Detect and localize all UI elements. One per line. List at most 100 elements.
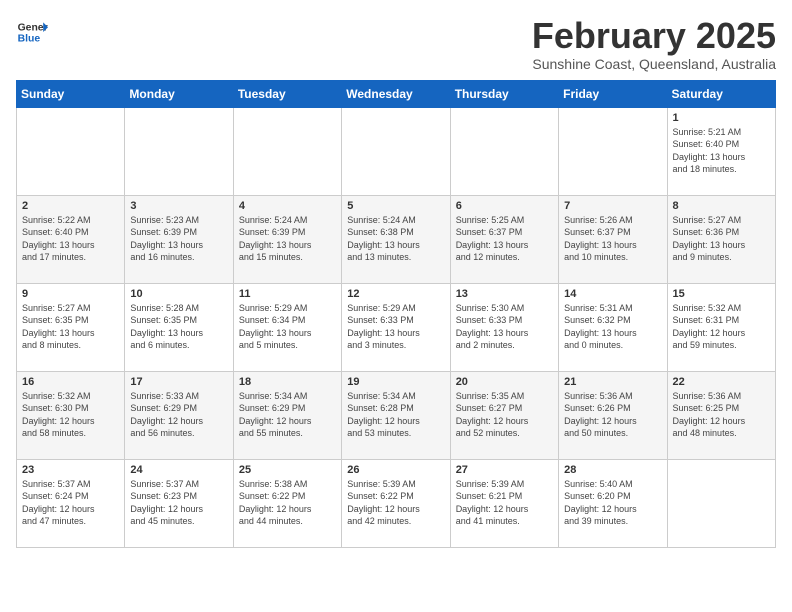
day-number: 16: [22, 376, 119, 388]
calendar-cell: 17 Sunrise: 5:33 AM Sunset: 6:29 PM Dayli…: [125, 371, 233, 459]
title-block: February 2025 Sunshine Coast, Queensland…: [532, 16, 776, 72]
calendar-cell: 23 Sunrise: 5:37 AM Sunset: 6:24 PM Dayli…: [17, 459, 125, 547]
day-info: Sunrise: 5:40 AM Sunset: 6:20 PM Dayligh…: [564, 478, 661, 528]
calendar-cell: 13 Sunrise: 5:30 AM Sunset: 6:33 PM Dayli…: [450, 283, 558, 371]
day-info: Sunrise: 5:39 AM Sunset: 6:21 PM Dayligh…: [456, 478, 553, 528]
calendar-cell: [125, 107, 233, 195]
day-info: Sunrise: 5:38 AM Sunset: 6:22 PM Dayligh…: [239, 478, 336, 528]
calendar-cell: 6 Sunrise: 5:25 AM Sunset: 6:37 PM Daylig…: [450, 195, 558, 283]
day-number: 7: [564, 200, 661, 212]
weekday-header-sunday: Sunday: [17, 80, 125, 107]
day-number: 26: [347, 464, 444, 476]
day-info: Sunrise: 5:26 AM Sunset: 6:37 PM Dayligh…: [564, 214, 661, 264]
day-info: Sunrise: 5:24 AM Sunset: 6:39 PM Dayligh…: [239, 214, 336, 264]
weekday-header-wednesday: Wednesday: [342, 80, 450, 107]
day-info: Sunrise: 5:35 AM Sunset: 6:27 PM Dayligh…: [456, 390, 553, 440]
day-info: Sunrise: 5:21 AM Sunset: 6:40 PM Dayligh…: [673, 126, 770, 176]
calendar-cell: [342, 107, 450, 195]
day-number: 10: [130, 288, 227, 300]
day-number: 8: [673, 200, 770, 212]
day-info: Sunrise: 5:32 AM Sunset: 6:30 PM Dayligh…: [22, 390, 119, 440]
calendar-cell: 24 Sunrise: 5:37 AM Sunset: 6:23 PM Dayli…: [125, 459, 233, 547]
calendar-cell: 4 Sunrise: 5:24 AM Sunset: 6:39 PM Daylig…: [233, 195, 341, 283]
day-info: Sunrise: 5:30 AM Sunset: 6:33 PM Dayligh…: [456, 302, 553, 352]
day-info: Sunrise: 5:37 AM Sunset: 6:23 PM Dayligh…: [130, 478, 227, 528]
day-number: 25: [239, 464, 336, 476]
day-number: 20: [456, 376, 553, 388]
day-info: Sunrise: 5:27 AM Sunset: 6:36 PM Dayligh…: [673, 214, 770, 264]
logo: General Blue: [16, 16, 48, 48]
calendar-cell: 20 Sunrise: 5:35 AM Sunset: 6:27 PM Dayli…: [450, 371, 558, 459]
calendar-body: 1 Sunrise: 5:21 AM Sunset: 6:40 PM Daylig…: [17, 107, 776, 547]
day-number: 22: [673, 376, 770, 388]
day-number: 27: [456, 464, 553, 476]
day-number: 17: [130, 376, 227, 388]
day-info: Sunrise: 5:36 AM Sunset: 6:26 PM Dayligh…: [564, 390, 661, 440]
day-number: 14: [564, 288, 661, 300]
calendar-cell: 12Sunrise: 5:29 AM Sunset: 6:33 PM Dayli…: [342, 283, 450, 371]
day-number: 13: [456, 288, 553, 300]
day-number: 5: [347, 200, 444, 212]
day-number: 23: [22, 464, 119, 476]
calendar-cell: [559, 107, 667, 195]
calendar-cell: 21 Sunrise: 5:36 AM Sunset: 6:26 PM Dayli…: [559, 371, 667, 459]
week-row-2: 2Sunrise: 5:22 AM Sunset: 6:40 PM Daylig…: [17, 195, 776, 283]
calendar-cell: 3 Sunrise: 5:23 AM Sunset: 6:39 PM Daylig…: [125, 195, 233, 283]
day-info: Sunrise: 5:28 AM Sunset: 6:35 PM Dayligh…: [130, 302, 227, 352]
weekday-header-monday: Monday: [125, 80, 233, 107]
calendar-cell: 15Sunrise: 5:32 AM Sunset: 6:31 PM Dayli…: [667, 283, 775, 371]
day-info: Sunrise: 5:23 AM Sunset: 6:39 PM Dayligh…: [130, 214, 227, 264]
day-info: Sunrise: 5:33 AM Sunset: 6:29 PM Dayligh…: [130, 390, 227, 440]
weekday-header-row: SundayMondayTuesdayWednesdayThursdayFrid…: [17, 80, 776, 107]
calendar-cell: 10 Sunrise: 5:28 AM Sunset: 6:35 PM Dayli…: [125, 283, 233, 371]
day-number: 21: [564, 376, 661, 388]
day-number: 11: [239, 288, 336, 300]
calendar-cell: 25 Sunrise: 5:38 AM Sunset: 6:22 PM Dayli…: [233, 459, 341, 547]
week-row-5: 23 Sunrise: 5:37 AM Sunset: 6:24 PM Dayli…: [17, 459, 776, 547]
week-row-3: 9Sunrise: 5:27 AM Sunset: 6:35 PM Daylig…: [17, 283, 776, 371]
calendar-cell: 9Sunrise: 5:27 AM Sunset: 6:35 PM Daylig…: [17, 283, 125, 371]
day-info: Sunrise: 5:37 AM Sunset: 6:24 PM Dayligh…: [22, 478, 119, 528]
weekday-header-tuesday: Tuesday: [233, 80, 341, 107]
svg-text:Blue: Blue: [18, 34, 41, 45]
day-number: 18: [239, 376, 336, 388]
calendar-cell: 19 Sunrise: 5:34 AM Sunset: 6:28 PM Dayli…: [342, 371, 450, 459]
logo-icon: General Blue: [16, 16, 48, 48]
calendar-cell: 28Sunrise: 5:40 AM Sunset: 6:20 PM Dayli…: [559, 459, 667, 547]
day-info: Sunrise: 5:27 AM Sunset: 6:35 PM Dayligh…: [22, 302, 119, 352]
day-info: Sunrise: 5:32 AM Sunset: 6:31 PM Dayligh…: [673, 302, 770, 352]
calendar-cell: 26Sunrise: 5:39 AM Sunset: 6:22 PM Dayli…: [342, 459, 450, 547]
calendar-cell: [450, 107, 558, 195]
page-header: General Blue February 2025 Sunshine Coas…: [16, 16, 776, 72]
day-info: Sunrise: 5:34 AM Sunset: 6:28 PM Dayligh…: [347, 390, 444, 440]
week-row-4: 16 Sunrise: 5:32 AM Sunset: 6:30 PM Dayli…: [17, 371, 776, 459]
calendar-cell: [17, 107, 125, 195]
day-number: 19: [347, 376, 444, 388]
calendar-cell: 18 Sunrise: 5:34 AM Sunset: 6:29 PM Dayli…: [233, 371, 341, 459]
day-number: 1: [673, 112, 770, 124]
location-subtitle: Sunshine Coast, Queensland, Australia: [532, 56, 776, 72]
day-info: Sunrise: 5:34 AM Sunset: 6:29 PM Dayligh…: [239, 390, 336, 440]
calendar-cell: 22Sunrise: 5:36 AM Sunset: 6:25 PM Dayli…: [667, 371, 775, 459]
calendar-cell: 8 Sunrise: 5:27 AM Sunset: 6:36 PM Daylig…: [667, 195, 775, 283]
calendar-cell: 27 Sunrise: 5:39 AM Sunset: 6:21 PM Dayli…: [450, 459, 558, 547]
day-number: 4: [239, 200, 336, 212]
calendar-cell: 16 Sunrise: 5:32 AM Sunset: 6:30 PM Dayli…: [17, 371, 125, 459]
calendar-cell: 14 Sunrise: 5:31 AM Sunset: 6:32 PM Dayli…: [559, 283, 667, 371]
day-number: 6: [456, 200, 553, 212]
weekday-header-friday: Friday: [559, 80, 667, 107]
calendar-cell: 2Sunrise: 5:22 AM Sunset: 6:40 PM Daylig…: [17, 195, 125, 283]
weekday-header-saturday: Saturday: [667, 80, 775, 107]
day-info: Sunrise: 5:31 AM Sunset: 6:32 PM Dayligh…: [564, 302, 661, 352]
day-info: Sunrise: 5:25 AM Sunset: 6:37 PM Dayligh…: [456, 214, 553, 264]
day-number: 12: [347, 288, 444, 300]
calendar-cell: 11 Sunrise: 5:29 AM Sunset: 6:34 PM Dayli…: [233, 283, 341, 371]
weekday-header-thursday: Thursday: [450, 80, 558, 107]
day-number: 3: [130, 200, 227, 212]
calendar-cell: [233, 107, 341, 195]
day-info: Sunrise: 5:22 AM Sunset: 6:40 PM Dayligh…: [22, 214, 119, 264]
calendar-cell: 7 Sunrise: 5:26 AM Sunset: 6:37 PM Daylig…: [559, 195, 667, 283]
day-info: Sunrise: 5:29 AM Sunset: 6:34 PM Dayligh…: [239, 302, 336, 352]
month-title: February 2025: [532, 16, 776, 56]
day-number: 24: [130, 464, 227, 476]
